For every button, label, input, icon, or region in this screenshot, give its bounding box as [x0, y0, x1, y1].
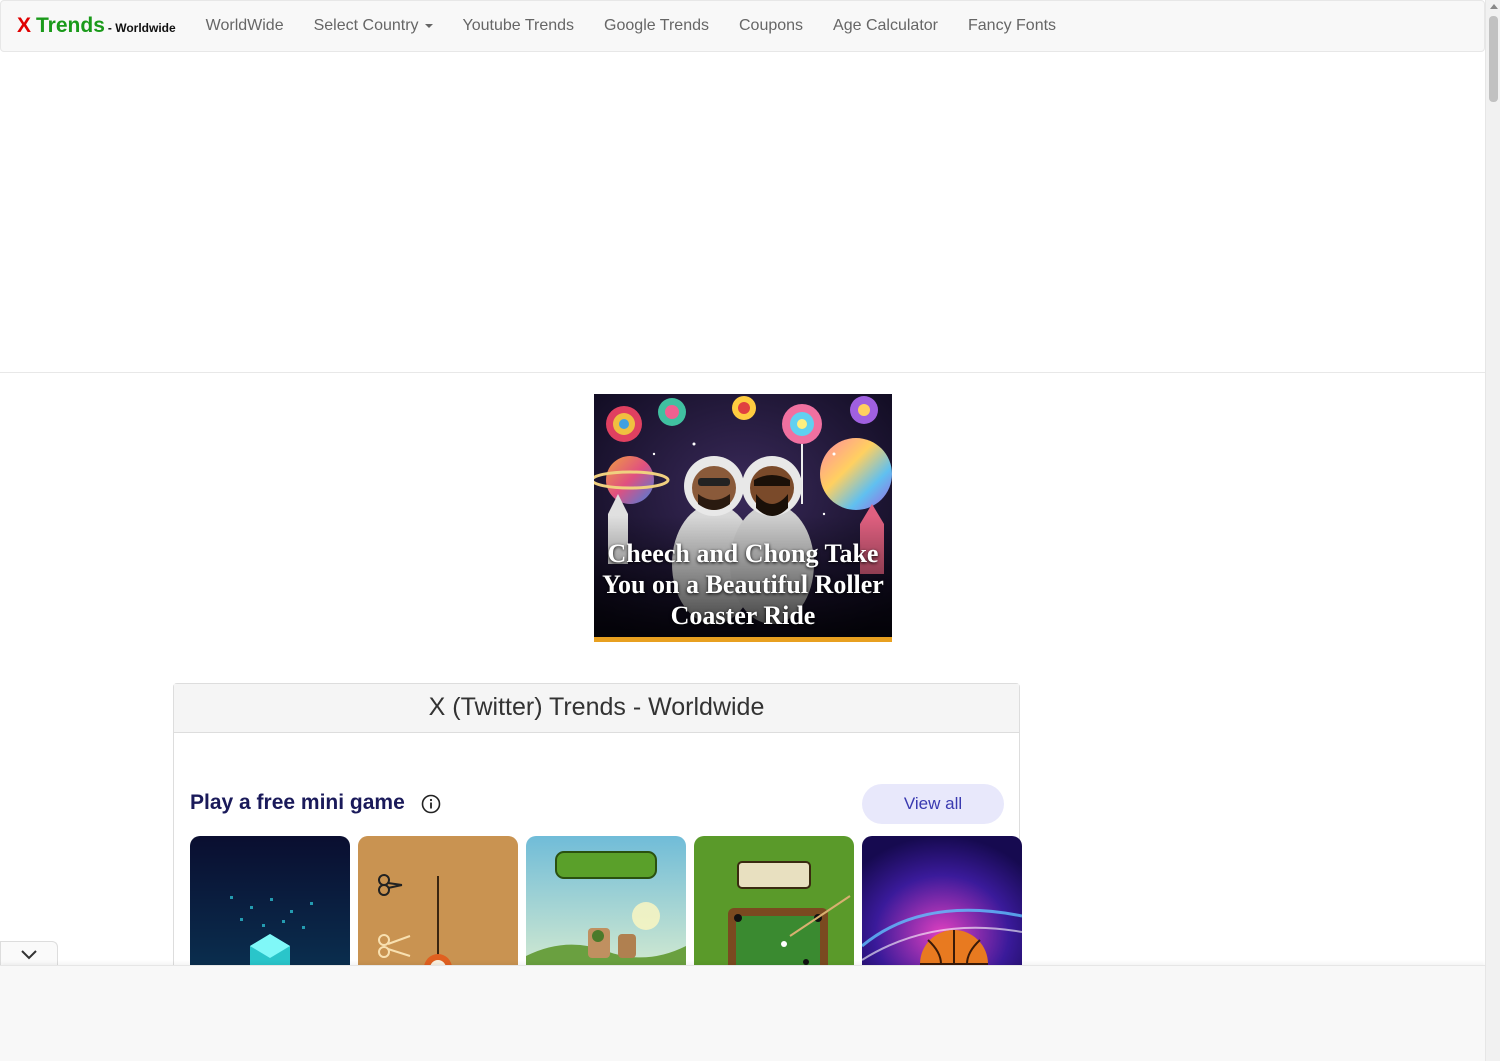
ad-banner-area	[0, 52, 1485, 373]
vertical-scrollbar[interactable]	[1485, 0, 1500, 1061]
game-tile-basketball-master[interactable]	[862, 836, 1022, 966]
basketball-master-thumbnail	[862, 836, 1022, 966]
game-tile-cut-the-rope[interactable]	[358, 836, 518, 966]
nav-age-calculator[interactable]: Age Calculator	[818, 1, 953, 51]
mini-game-header: Play a free mini game View all	[190, 784, 1004, 824]
nav-select-country-label: Select Country	[313, 17, 419, 34]
nav-select-country[interactable]: Select Country	[299, 1, 448, 51]
nav-coupons[interactable]: Coupons	[724, 1, 818, 51]
collapse-ad-toggle[interactable]	[0, 941, 58, 967]
game-tiles	[190, 836, 1022, 966]
nav-youtube-trends[interactable]: Youtube Trends	[448, 1, 590, 51]
promo-card[interactable]: Cheech and Chong Take You on a Beautiful…	[594, 394, 892, 642]
cube-tower-thumbnail	[190, 836, 350, 966]
top-navbar: X Trends - Worldwide WorldWide Select Co…	[0, 0, 1485, 52]
nav-worldwide[interactable]: WorldWide	[191, 1, 299, 51]
panel-heading: X (Twitter) Trends - Worldwide	[174, 684, 1019, 733]
scroll-thumb[interactable]	[1489, 16, 1498, 102]
promo-title[interactable]: Cheech and Chong Take You on a Beautiful…	[598, 538, 888, 631]
nav-menu: WorldWide Select Country Youtube Trends …	[191, 1, 1071, 51]
nav-fancy-fonts[interactable]: Fancy Fonts	[953, 1, 1071, 51]
game-tile-nature-strikes-back[interactable]	[526, 836, 686, 966]
bottom-anchor-ad	[0, 965, 1485, 1061]
mini-game-title: Play a free mini game	[190, 791, 405, 814]
info-icon[interactable]	[421, 794, 441, 814]
nav-google-trends[interactable]: Google Trends	[589, 1, 724, 51]
brand-trends: Trends	[36, 14, 105, 37]
game-tile-cube-tower[interactable]	[190, 836, 350, 966]
billiards-thumbnail	[694, 836, 854, 966]
game-tile-8-ball-billiards[interactable]	[694, 836, 854, 966]
view-all-button[interactable]: View all	[862, 784, 1004, 824]
caret-down-icon	[424, 23, 433, 28]
nature-strikes-back-thumbnail	[526, 836, 686, 966]
cut-the-rope-thumbnail	[358, 836, 518, 966]
brand-suffix: - Worldwide	[107, 21, 176, 35]
scroll-up-arrow-icon[interactable]	[1490, 4, 1498, 9]
brand-x: X	[17, 14, 32, 37]
brand-logo[interactable]: X Trends - Worldwide	[17, 14, 176, 38]
